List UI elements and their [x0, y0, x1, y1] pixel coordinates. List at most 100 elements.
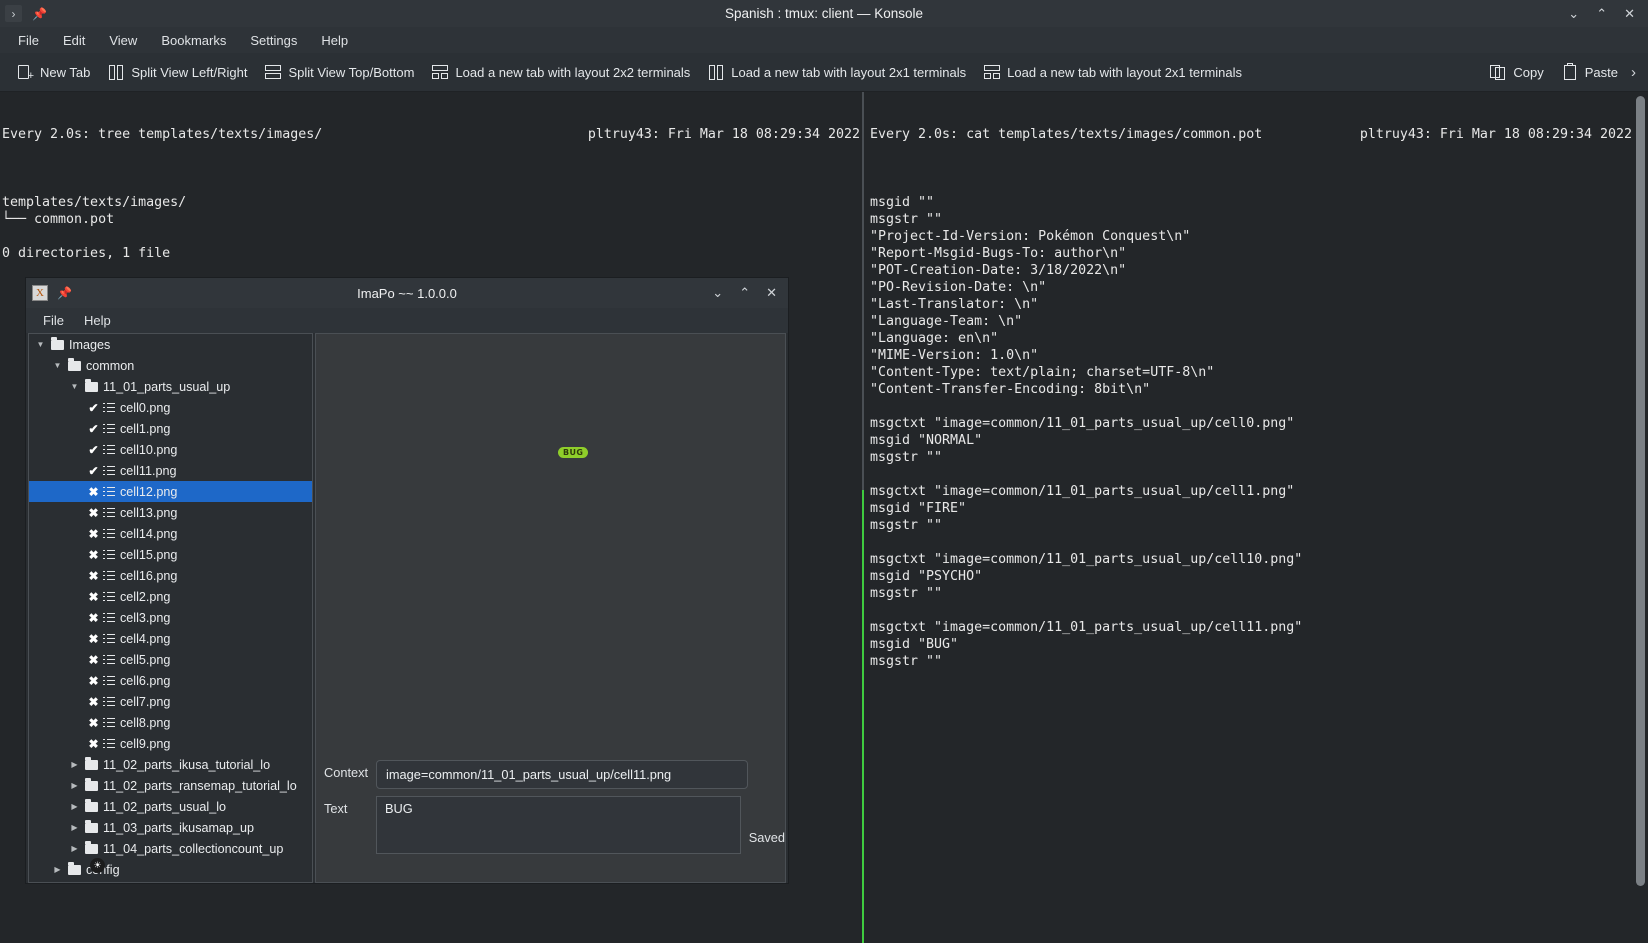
chevron-right-icon[interactable] [69, 844, 80, 853]
terminal-line: msgstr "" [870, 654, 943, 669]
tree-row[interactable]: config [29, 859, 312, 880]
tree-row-label: 11_01_parts_usual_up [103, 379, 231, 394]
menu-file[interactable]: File [6, 30, 51, 51]
menu-view[interactable]: View [97, 30, 149, 51]
tree-row[interactable]: ✖ cell15.png [29, 544, 312, 565]
tree-row[interactable]: ✖ cell9.png [29, 733, 312, 754]
cross-icon: ✖ [88, 652, 99, 667]
list-icon [103, 633, 115, 644]
menu-bookmarks[interactable]: Bookmarks [149, 30, 238, 51]
terminal-line: "Content-Type: text/plain; charset=UTF-8… [870, 365, 1215, 380]
tree-row-label: cell1.png [120, 421, 171, 436]
image-tree[interactable]: Images common 11_01_parts_usual_up ✔ cell0.p… [28, 333, 313, 883]
terminal-line: msgid "" [870, 195, 935, 210]
chevron-right-icon[interactable] [52, 865, 63, 874]
chevron-right-icon[interactable] [69, 760, 80, 769]
pin-icon[interactable]: 📌 [32, 7, 47, 21]
watch-hosttime-left: pltruy43: Fri Mar 18 08:29:34 2022 [587, 127, 860, 142]
check-icon: ✔ [88, 442, 99, 457]
chevron-down-icon[interactable] [69, 382, 80, 391]
tree-row[interactable]: ✖ cell12.png [29, 481, 312, 502]
tree-row[interactable]: ✖ cell3.png [29, 607, 312, 628]
layout-2x1-label-b: Load a new tab with layout 2x1 terminals [1007, 64, 1243, 80]
terminal-line: "Language-Team: \n" [870, 314, 1023, 329]
tmux-pane-right[interactable]: Every 2.0s: cat templates/texts/images/c… [866, 92, 1632, 943]
split-left-right-label: Split View Left/Right [131, 64, 248, 80]
tree-row[interactable]: 11_01_parts_usual_up [29, 376, 312, 397]
toolbar-overflow-icon[interactable]: › [1627, 64, 1640, 81]
menu-edit[interactable]: Edit [51, 30, 97, 51]
tree-row[interactable]: 11_02_parts_ikusa_tutorial_lo [29, 754, 312, 775]
tree-row[interactable]: ✖ cell8.png [29, 712, 312, 733]
text-input[interactable]: BUG [376, 796, 741, 854]
tree-row[interactable]: 11_02_parts_usual_lo [29, 796, 312, 817]
layout-2x1-button-a[interactable]: Load a new tab with layout 2x1 terminals [699, 61, 975, 84]
terminal-scrollbar[interactable] [1633, 92, 1648, 943]
menu-help[interactable]: Help [309, 30, 360, 51]
tree-row[interactable]: ✔ cell10.png [29, 439, 312, 460]
image-preview-panel[interactable]: BUG Context image=common/11_01_parts_usu… [315, 333, 786, 883]
chevron-down-icon[interactable] [35, 340, 46, 349]
tree-row-label: Images [69, 337, 111, 352]
tree-row[interactable]: ✖ cell6.png [29, 670, 312, 691]
terminal-line: msgid "NORMAL" [870, 433, 983, 448]
text-label: Text [324, 801, 348, 816]
tree-row[interactable]: 11_04_parts_collectioncount_up [29, 838, 312, 859]
chevron-right-icon[interactable] [69, 823, 80, 832]
minimize-icon[interactable]: ⌄ [1568, 7, 1579, 20]
tree-row-label: cell6.png [120, 673, 171, 688]
toolbar: + New Tab Split View Left/Right Split Vi… [0, 53, 1648, 92]
menu-settings[interactable]: Settings [238, 30, 309, 51]
cross-icon: ✖ [88, 694, 99, 709]
tree-row[interactable]: 11_02_parts_ransemap_tutorial_lo [29, 775, 312, 796]
folder-icon [85, 840, 98, 854]
imapo-menubar: File Help [26, 308, 788, 333]
tree-row[interactable]: ✖ cell7.png [29, 691, 312, 712]
layout-2x2-button[interactable]: Load a new tab with layout 2x2 terminals [423, 61, 699, 84]
list-icon [103, 738, 115, 749]
tree-row[interactable]: ✖ cell5.png [29, 649, 312, 670]
watch-command-left: Every 2.0s: tree templates/texts/images/ [2, 127, 323, 142]
tree-row[interactable]: ✔ cell11.png [29, 460, 312, 481]
split-left-right-button[interactable]: Split View Left/Right [99, 61, 256, 84]
paste-button[interactable]: Paste [1553, 61, 1627, 84]
tree-row[interactable]: common [29, 355, 312, 376]
tree-row-label: cell16.png [120, 568, 178, 583]
maximize-icon[interactable]: ⌃ [1596, 7, 1607, 20]
chevron-down-icon[interactable] [52, 361, 63, 370]
tree-row[interactable]: 11_03_parts_ikusamap_up [29, 817, 312, 838]
check-icon: ✔ [88, 400, 99, 415]
scrollbar-thumb[interactable] [1636, 96, 1645, 886]
imapo-menu-file[interactable]: File [33, 311, 74, 330]
split-top-bottom-button[interactable]: Split View Top/Bottom [256, 61, 423, 84]
tree-row[interactable]: ✖ cell4.png [29, 628, 312, 649]
imapo-body: Images common 11_01_parts_usual_up ✔ cell0.p… [26, 333, 788, 883]
layout-2x1-button-b[interactable]: Load a new tab with layout 2x1 terminals [975, 61, 1251, 84]
tree-row[interactable]: ✔ cell1.png [29, 418, 312, 439]
list-icon [103, 591, 115, 602]
imapo-menu-help[interactable]: Help [74, 311, 121, 330]
terminal-line: └── common.pot [2, 212, 115, 227]
tree-row[interactable]: ✖ cell13.png [29, 502, 312, 523]
window-menu-icon[interactable]: › [5, 5, 22, 22]
terminal-line: templates/texts/images/ [2, 195, 187, 210]
context-input[interactable]: image=common/11_01_parts_usual_up/cell11… [376, 760, 748, 789]
tmux-active-pane-marker [862, 490, 864, 943]
chevron-right-icon[interactable] [69, 802, 80, 811]
tree-row[interactable]: ✖ cell14.png [29, 523, 312, 544]
terminal-line: msgctxt "image=common/11_01_parts_usual_… [870, 484, 1295, 499]
tree-row[interactable]: ✖ cell2.png [29, 586, 312, 607]
copy-button[interactable]: Copy [1481, 61, 1552, 84]
chevron-right-icon[interactable] [69, 781, 80, 790]
close-icon[interactable]: ✕ [1624, 7, 1635, 20]
tree-row[interactable]: Images [29, 334, 312, 355]
tree-row[interactable]: ✔ cell0.png [29, 397, 312, 418]
new-tab-button[interactable]: + New Tab [8, 61, 99, 84]
tree-row[interactable]: ✖ cell16.png [29, 565, 312, 586]
tree-row-label: 11_04_parts_collectioncount_up [103, 841, 284, 856]
cursor-busy-icon: ☀ [90, 858, 105, 873]
terminal-line: "MIME-Version: 1.0\n" [870, 348, 1039, 363]
tree-row-label: cell9.png [120, 736, 171, 751]
